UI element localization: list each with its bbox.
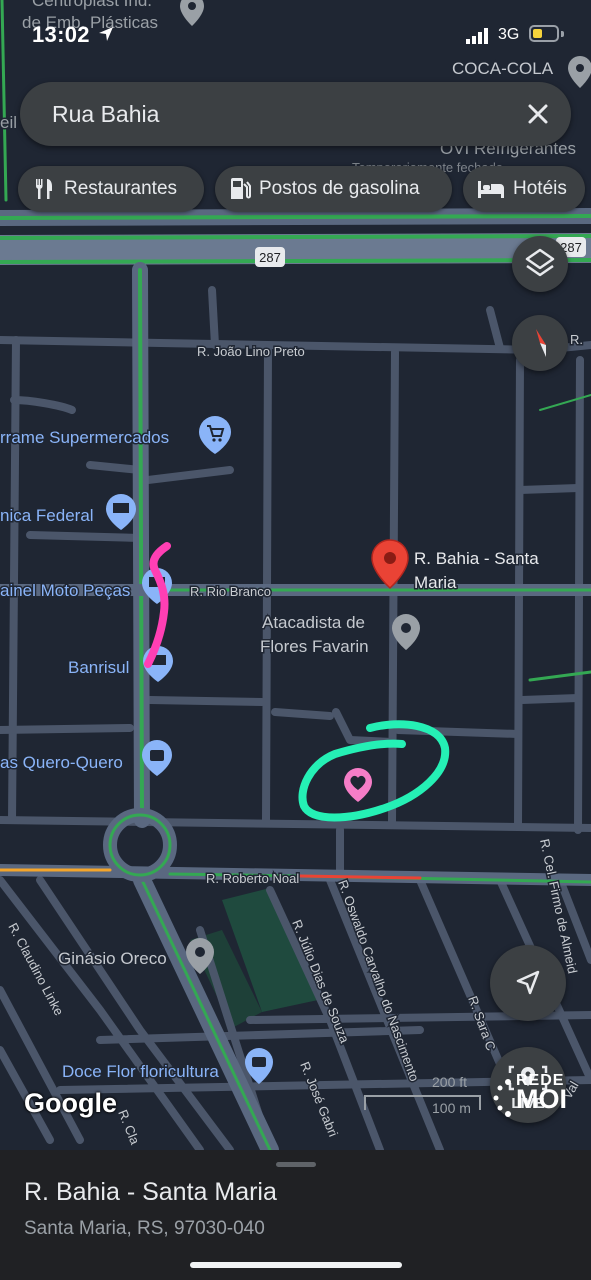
network-type: 3G <box>498 26 520 43</box>
compass-button[interactable] <box>512 315 568 371</box>
battery-tip <box>561 31 564 37</box>
street-label-roberto-noal: R. Roberto Noal <box>206 871 299 886</box>
layers-button[interactable] <box>512 236 568 292</box>
street-label-joao-lino: R. João Lino Preto <box>197 344 305 359</box>
battery-icon <box>529 25 559 42</box>
poi-label-caixa: nica Federal <box>0 506 94 525</box>
status-bar: 13:02 3G <box>0 0 591 70</box>
home-indicator[interactable] <box>190 1262 402 1268</box>
google-logo: Google <box>24 1088 117 1118</box>
map-screen: 287 287 R. João Lino Preto R. Rio Branco… <box>0 0 591 1280</box>
poi-label-floricultura: Doce Flor floricultura <box>62 1062 219 1081</box>
poi-label-left-edge: eil <box>0 113 17 132</box>
close-icon[interactable] <box>523 99 553 129</box>
svg-text:287: 287 <box>259 250 281 265</box>
signal-icon <box>466 28 488 44</box>
place-address: Santa Maria, RS, 97030-040 <box>24 1218 265 1239</box>
poi-label-queroquero: as Quero-Quero <box>0 753 123 772</box>
watermark-logo: REDE MOI <box>492 1072 576 1126</box>
chip-label: Postos de gasolina <box>259 178 420 199</box>
my-location-button[interactable] <box>490 945 566 1021</box>
watermark-dots-icon <box>493 1079 511 1117</box>
navigation-arrow-icon <box>516 970 540 995</box>
location-arrow-icon <box>99 27 113 41</box>
clock: 13:02 <box>32 22 90 47</box>
watermark-bottom: MOI <box>516 1084 567 1114</box>
sheet-drag-handle[interactable] <box>276 1162 316 1167</box>
scale-meters: 100 m <box>432 1100 471 1116</box>
poi-label-motopecas: ainel Moto Peças <box>0 581 130 600</box>
street-label-r-edge: R. <box>570 332 583 347</box>
poi-label-ginasio: Ginásio Oreco <box>58 949 167 968</box>
scale-feet: 200 ft <box>432 1074 468 1090</box>
place-title: R. Bahia - Santa Maria <box>24 1178 277 1206</box>
compass-icon <box>536 329 546 357</box>
street-label-rio-branco: R. Rio Branco <box>190 584 271 599</box>
chip-label: Hotéis <box>513 178 567 199</box>
bed-icon <box>478 181 504 198</box>
poi-label-banrisul: Banrisul <box>68 658 129 677</box>
chip-restaurantes[interactable]: Restaurantes <box>18 166 204 212</box>
poi-label-atacadista: Atacadista de <box>262 613 365 632</box>
chip-hoteis[interactable]: Hotéis <box>463 166 585 212</box>
pin-label-line-2: Maria <box>414 573 457 592</box>
poi-label-atacadista-2: Flores Favarin <box>260 637 369 656</box>
route-shield-287: 287 <box>255 247 285 267</box>
pin-label-line-1: R. Bahia - Santa <box>414 549 539 568</box>
fork-knife-icon <box>36 179 52 199</box>
chip-postos-de-gasolina[interactable]: Postos de gasolina <box>215 166 452 212</box>
search-bar[interactable]: Rua Bahia <box>20 82 571 146</box>
gas-station-icon <box>231 178 251 199</box>
poi-label-supermercado: rrame Supermercados <box>0 428 169 447</box>
chip-label: Restaurantes <box>64 178 178 199</box>
layers-icon <box>525 248 555 277</box>
search-input[interactable]: Rua Bahia <box>52 101 159 128</box>
place-bottom-sheet[interactable]: R. Bahia - Santa Maria Santa Maria, RS, … <box>0 1150 591 1280</box>
